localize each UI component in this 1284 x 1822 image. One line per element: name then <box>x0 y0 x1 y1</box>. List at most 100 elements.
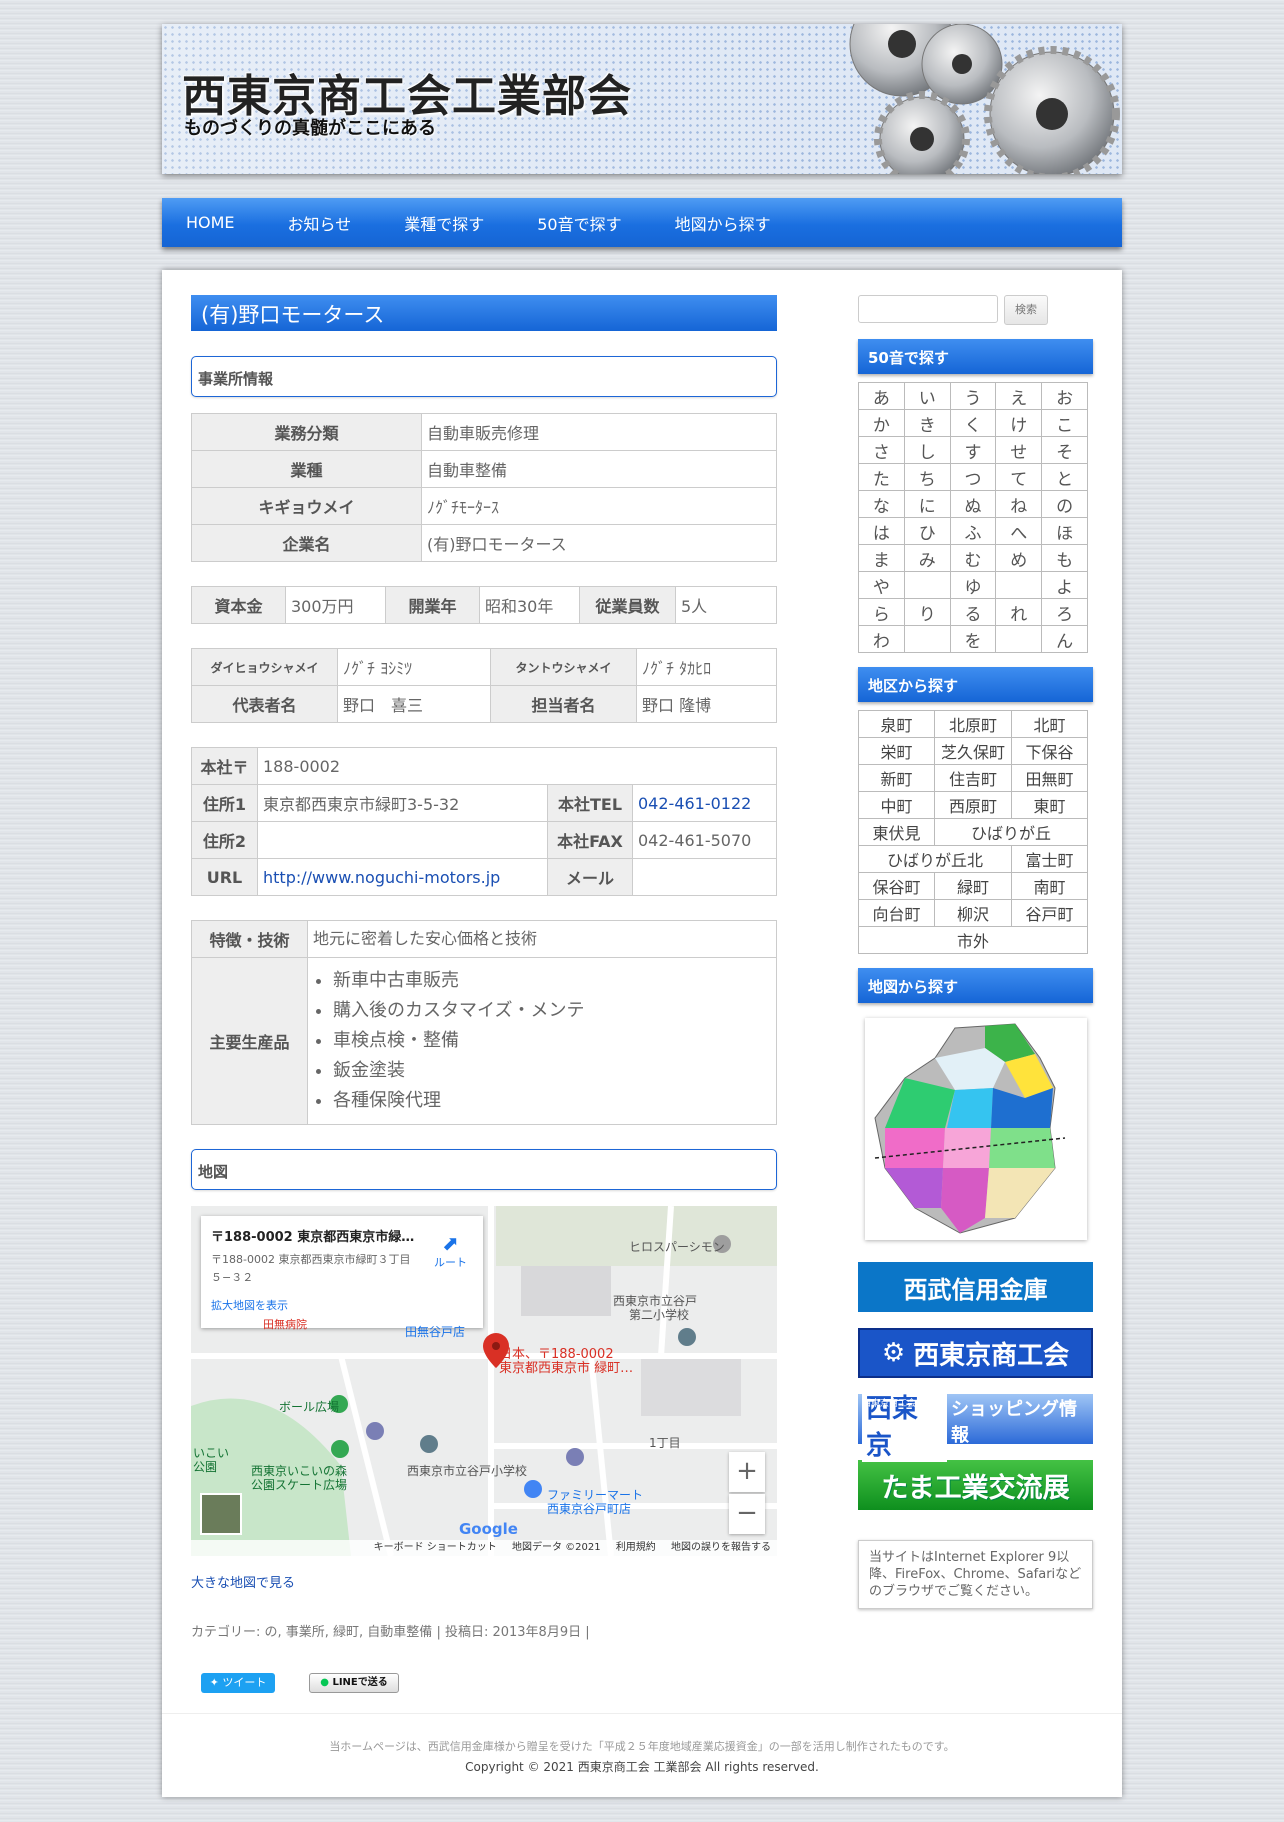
kana-cell[interactable]: き <box>903 409 951 437</box>
banner-shopping[interactable]: 西東京商工会 西東京 ショッピング情報 <box>858 1388 1093 1462</box>
map-enlarge-link[interactable]: 拡大地図を表示 <box>211 1297 473 1313</box>
kana-cell[interactable]: そ <box>1041 436 1088 464</box>
kana-cell[interactable]: み <box>903 544 951 572</box>
kana-cell[interactable]: や <box>858 571 905 599</box>
value-industry: 自動車整備 <box>421 450 777 488</box>
kana-cell[interactable]: さ <box>858 436 905 464</box>
kana-cell[interactable]: と <box>1041 463 1088 491</box>
line-share-button[interactable]: ● LINEで送る <box>309 1673 399 1693</box>
map-terms-link[interactable]: 利用規約 <box>616 1542 656 1553</box>
zoom-in-button[interactable]: + <box>729 1452 765 1492</box>
search-input[interactable] <box>858 295 998 323</box>
kana-cell[interactable]: れ <box>995 598 1043 626</box>
map-route-button[interactable]: ⬈ ルート <box>434 1232 467 1270</box>
area-link[interactable]: 田無町 <box>1011 764 1088 792</box>
area-link[interactable]: 下保谷 <box>1011 737 1088 765</box>
kana-cell[interactable]: へ <box>995 517 1043 545</box>
nav-by-map[interactable]: 地図から探す <box>675 211 771 235</box>
banner-shokokai[interactable]: ⚙ 西東京商工会 <box>858 1328 1093 1378</box>
area-link[interactable]: 南町 <box>1011 872 1088 900</box>
area-link[interactable]: 北原町 <box>934 710 1012 738</box>
kana-cell[interactable]: る <box>949 598 997 626</box>
kana-cell[interactable]: な <box>858 490 905 518</box>
area-link[interactable]: 東伏見 <box>858 818 935 846</box>
zoom-out-button[interactable]: − <box>729 1494 765 1534</box>
kana-cell[interactable]: い <box>903 382 951 410</box>
kana-cell[interactable]: に <box>903 490 951 518</box>
kana-cell[interactable]: て <box>995 463 1043 491</box>
kana-cell[interactable]: う <box>949 382 997 410</box>
area-link[interactable]: 新町 <box>858 764 935 792</box>
kana-cell[interactable]: ふ <box>949 517 997 545</box>
nav-home[interactable]: HOME <box>186 213 235 232</box>
search-button[interactable]: 検索 <box>1004 295 1048 325</box>
kana-cell[interactable]: し <box>903 436 951 464</box>
kana-cell <box>995 625 1043 653</box>
kana-cell[interactable]: え <box>995 382 1043 410</box>
website-link[interactable]: http://www.noguchi-motors.jp <box>263 868 500 887</box>
area-link[interactable]: 泉町 <box>858 710 935 738</box>
kana-cell[interactable]: ゆ <box>949 571 997 599</box>
area-link[interactable]: 市外 <box>858 926 1088 954</box>
kana-cell[interactable]: ひ <box>903 517 951 545</box>
banner-seibu-shinkin[interactable]: 西武信用金庫 <box>858 1262 1093 1312</box>
kana-cell[interactable]: ぬ <box>949 490 997 518</box>
area-link[interactable]: 西原町 <box>934 791 1012 819</box>
kana-cell[interactable]: く <box>949 409 997 437</box>
embedded-map[interactable]: 〒188-0002 東京都西東京市緑… 〒188-0002 東京都西東京市緑町３… <box>191 1206 777 1556</box>
area-link[interactable]: 富士町 <box>1011 845 1088 873</box>
nav-by-kana[interactable]: 50音で探す <box>537 211 621 235</box>
kana-cell[interactable]: ら <box>858 598 905 626</box>
kana-cell[interactable]: ほ <box>1041 517 1088 545</box>
larger-map-link[interactable]: 大きな地図で見る <box>191 1572 777 1591</box>
area-link[interactable]: 谷戸町 <box>1011 899 1088 927</box>
area-link[interactable]: 向台町 <box>858 899 935 927</box>
area-link[interactable]: 芝久保町 <box>934 737 1012 765</box>
area-widget-title: 地区から探す <box>858 667 1093 702</box>
kana-cell[interactable]: ん <box>1041 625 1088 653</box>
area-link[interactable]: 柳沢 <box>934 899 1012 927</box>
kana-cell[interactable]: け <box>995 409 1043 437</box>
kana-cell[interactable]: の <box>1041 490 1088 518</box>
nav-news[interactable]: お知らせ <box>288 211 352 235</box>
area-link[interactable]: 緑町 <box>934 872 1012 900</box>
area-link[interactable]: 保谷町 <box>858 872 935 900</box>
kana-cell[interactable]: す <box>949 436 997 464</box>
kana-cell[interactable]: ね <box>995 490 1043 518</box>
list-item: 新車中古車販売 <box>333 966 771 996</box>
map-report-link[interactable]: 地図の誤りを報告する <box>671 1542 771 1553</box>
kana-cell[interactable]: を <box>949 625 997 653</box>
area-link[interactable]: ひばりが丘北 <box>858 845 1012 873</box>
value-tech: 地元に密着した安心価格と技術 <box>307 920 777 958</box>
area-link[interactable]: 栄町 <box>858 737 935 765</box>
kana-cell[interactable]: は <box>858 517 905 545</box>
area-link[interactable]: ひばりが丘 <box>934 818 1088 846</box>
kana-cell[interactable]: た <box>858 463 905 491</box>
kana-cell[interactable]: ち <box>903 463 951 491</box>
kana-cell[interactable]: せ <box>995 436 1043 464</box>
area-link[interactable]: 中町 <box>858 791 935 819</box>
map-shortcuts-link[interactable]: キーボード ショートカット <box>374 1542 497 1553</box>
banner-tama-expo[interactable]: たま工業交流展 <box>858 1460 1093 1510</box>
tweet-button[interactable]: ✦ ツイート <box>201 1673 275 1693</box>
area-link[interactable]: 北町 <box>1011 710 1088 738</box>
nav-by-industry[interactable]: 業種で探す <box>404 211 484 235</box>
kana-cell[interactable]: あ <box>858 382 905 410</box>
kana-cell[interactable]: か <box>858 409 905 437</box>
kana-cell[interactable]: む <box>949 544 997 572</box>
map-label-tanashi: 田無谷戸店 <box>405 1325 466 1339</box>
kana-cell[interactable]: り <box>903 598 951 626</box>
area-link[interactable]: 東町 <box>1011 791 1088 819</box>
kana-cell[interactable]: め <box>995 544 1043 572</box>
kana-cell[interactable]: ま <box>858 544 905 572</box>
district-map-image[interactable] <box>864 1018 1087 1240</box>
kana-cell[interactable]: つ <box>949 463 997 491</box>
kana-cell[interactable]: こ <box>1041 409 1088 437</box>
kana-cell[interactable]: お <box>1041 382 1088 410</box>
kana-cell[interactable]: ろ <box>1041 598 1088 626</box>
kana-cell[interactable]: わ <box>858 625 905 653</box>
tel-link[interactable]: 042-461-0122 <box>638 794 751 813</box>
kana-cell[interactable]: も <box>1041 544 1088 572</box>
kana-cell[interactable]: よ <box>1041 571 1088 599</box>
area-link[interactable]: 住吉町 <box>934 764 1012 792</box>
